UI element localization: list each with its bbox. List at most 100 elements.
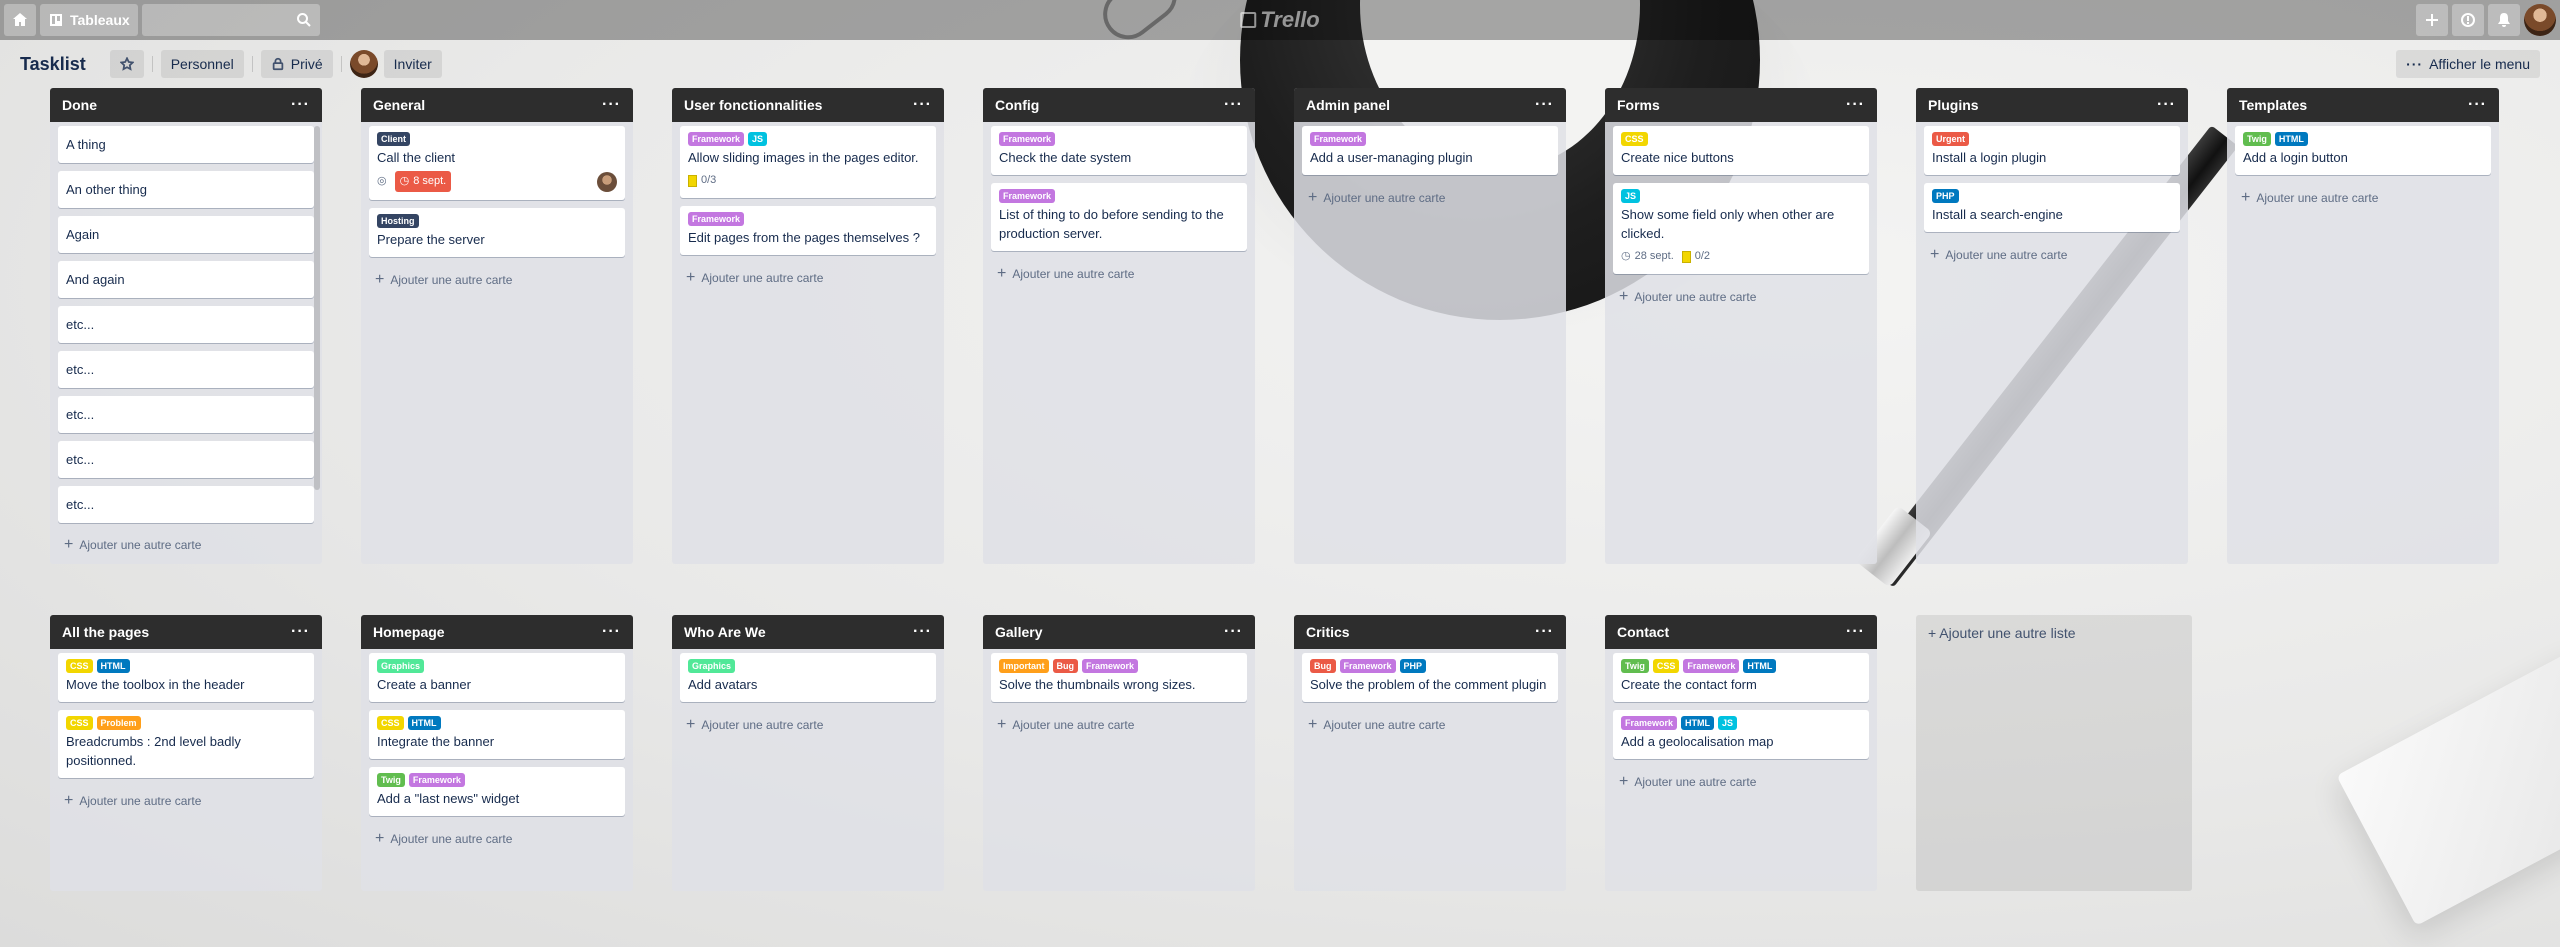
star-button[interactable]: [109, 50, 144, 78]
add-card-button[interactable]: + Ajouter une autre carte: [672, 263, 944, 293]
add-card-button[interactable]: + Ajouter une autre carte: [983, 710, 1255, 740]
label-urgent[interactable]: Urgent: [1932, 132, 1969, 146]
add-card-button[interactable]: + Ajouter une autre carte: [361, 265, 633, 295]
member-avatar[interactable]: [597, 171, 617, 192]
list-title[interactable]: Done: [62, 97, 97, 113]
card[interactable]: Twig HTML Add a login button: [2235, 126, 2491, 175]
label-bug[interactable]: Bug: [1052, 659, 1078, 673]
notifications-button[interactable]: [2488, 4, 2520, 36]
add-card-button[interactable]: + Ajouter une autre carte: [1605, 767, 1877, 797]
label-twig[interactable]: Twig: [2243, 132, 2271, 146]
label-css[interactable]: CSS: [377, 716, 404, 730]
list-menu-icon[interactable]: ···: [602, 623, 621, 641]
label-framework[interactable]: Framework: [1339, 659, 1396, 673]
invite-button[interactable]: Inviter: [383, 50, 442, 78]
checklist-badge[interactable]: 0/2: [1681, 247, 1710, 266]
label-js[interactable]: JS: [1718, 716, 1738, 730]
card[interactable]: Framework List of thing to do before send…: [991, 183, 1247, 251]
boards-button[interactable]: Tableaux: [40, 4, 138, 36]
label-html[interactable]: HTML: [1743, 659, 1777, 673]
card[interactable]: Graphics Add avatars: [680, 653, 936, 702]
label-framework[interactable]: Framework: [688, 212, 745, 226]
list-title[interactable]: Who Are We: [684, 624, 766, 640]
label-framework[interactable]: Framework: [408, 773, 465, 787]
card[interactable]: etc...: [58, 306, 314, 343]
label-php[interactable]: PHP: [1399, 659, 1427, 673]
list-title[interactable]: Gallery: [995, 624, 1042, 640]
label-framework[interactable]: Framework: [1082, 659, 1139, 673]
due-date-badge[interactable]: ◷ 8 sept.: [394, 171, 452, 192]
add-card-button[interactable]: + Ajouter une autre carte: [2227, 183, 2499, 213]
show-menu-button[interactable]: ··· Afficher le menu: [2396, 50, 2540, 78]
info-button[interactable]: [2452, 4, 2484, 36]
label-problem[interactable]: Problem: [96, 716, 141, 730]
card[interactable]: Again: [58, 216, 314, 253]
list-menu-icon[interactable]: ···: [291, 96, 310, 114]
card[interactable]: Client Call the client ◎ ◷ 8 sept.: [369, 126, 625, 200]
add-list-button[interactable]: + Ajouter une autre liste: [1916, 615, 2192, 891]
scrollbar[interactable]: [314, 126, 320, 490]
checklist-badge[interactable]: 0/3: [688, 171, 716, 190]
card[interactable]: JS Show some field only when other are cl…: [1613, 183, 1869, 274]
search-box[interactable]: [141, 4, 320, 36]
card[interactable]: Important Bug Framework Solve the thumbnail…: [991, 653, 1247, 702]
list-title[interactable]: Admin panel: [1306, 97, 1390, 113]
card[interactable]: etc...: [58, 486, 314, 523]
card[interactable]: Framework JS Allow sliding images in the p…: [680, 126, 936, 198]
card[interactable]: A thing: [58, 126, 314, 163]
card[interactable]: CSS HTML Integrate the banner: [369, 710, 625, 759]
list-title[interactable]: Config: [995, 97, 1039, 113]
list-title[interactable]: General: [373, 97, 425, 113]
card[interactable]: Twig Framework Add a "last news" widget: [369, 767, 625, 816]
add-card-button[interactable]: + Ajouter une autre carte: [361, 824, 633, 854]
trello-logo[interactable]: Trello: [1240, 7, 1320, 33]
label-twig[interactable]: Twig: [1621, 659, 1649, 673]
list-menu-icon[interactable]: ···: [1224, 623, 1243, 641]
list-menu-icon[interactable]: ···: [1846, 96, 1865, 114]
date-badge[interactable]: ◷ 28 sept.: [1621, 247, 1674, 266]
card[interactable]: CSS Create nice buttons: [1613, 126, 1869, 175]
list-title[interactable]: Homepage: [373, 624, 445, 640]
list-menu-icon[interactable]: ···: [2157, 96, 2176, 114]
card[interactable]: Twig CSS Framework HTML Create the contact f…: [1613, 653, 1869, 702]
label-client[interactable]: Client: [377, 132, 411, 146]
label-html[interactable]: HTML: [2274, 132, 2308, 146]
list-menu-icon[interactable]: ···: [1224, 96, 1243, 114]
card[interactable]: CSS Problem Breadcrumbs : 2nd level badly …: [58, 710, 314, 778]
list-title[interactable]: All the pages: [62, 624, 149, 640]
member-avatar[interactable]: [349, 50, 378, 78]
card[interactable]: Bug Framework PHP Solve the problem of the …: [1302, 653, 1558, 702]
label-hosting[interactable]: Hosting: [377, 214, 419, 228]
card[interactable]: etc...: [58, 396, 314, 433]
list-menu-icon[interactable]: ···: [1846, 623, 1865, 641]
search-input[interactable]: [141, 4, 320, 36]
card[interactable]: PHP Install a search-engine: [1924, 183, 2180, 232]
add-card-button[interactable]: + Ajouter une autre carte: [1294, 183, 1566, 213]
card[interactable]: etc...: [58, 351, 314, 388]
label-important[interactable]: Important: [999, 659, 1049, 673]
card[interactable]: etc...: [58, 441, 314, 478]
list-menu-icon[interactable]: ···: [913, 623, 932, 641]
board-title[interactable]: Tasklist: [12, 54, 94, 75]
list-title[interactable]: User fonctionnalities: [684, 97, 822, 113]
label-graphics[interactable]: Graphics: [377, 659, 425, 673]
list-menu-icon[interactable]: ···: [1535, 623, 1554, 641]
label-framework[interactable]: Framework: [1621, 716, 1678, 730]
list-title[interactable]: Forms: [1617, 97, 1660, 113]
user-avatar[interactable]: [2524, 4, 2556, 36]
label-graphics[interactable]: Graphics: [688, 659, 736, 673]
label-css[interactable]: CSS: [66, 659, 93, 673]
card[interactable]: And again: [58, 261, 314, 298]
label-js[interactable]: JS: [1621, 189, 1641, 203]
card[interactable]: CSS HTML Move the toolbox in the header: [58, 653, 314, 702]
list-menu-icon[interactable]: ···: [913, 96, 932, 114]
add-card-button[interactable]: + Ajouter une autre carte: [50, 530, 322, 560]
list-title[interactable]: Contact: [1617, 624, 1669, 640]
card[interactable]: An other thing: [58, 171, 314, 208]
card[interactable]: Framework Add a user-managing plugin: [1302, 126, 1558, 175]
card[interactable]: Urgent Install a login plugin: [1924, 126, 2180, 175]
search-icon[interactable]: [296, 12, 312, 28]
list-menu-icon[interactable]: ···: [291, 623, 310, 641]
add-card-button[interactable]: + Ajouter une autre carte: [983, 259, 1255, 289]
add-card-button[interactable]: + Ajouter une autre carte: [1294, 710, 1566, 740]
